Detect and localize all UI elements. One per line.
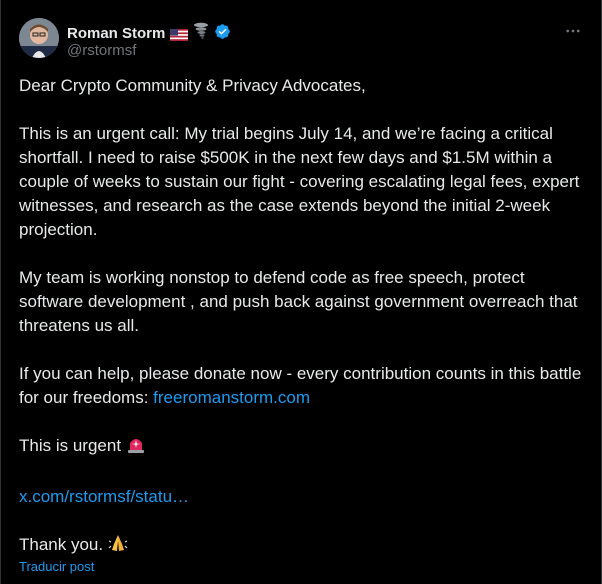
paragraph-greeting: Dear Crypto Community & Privacy Advocate…: [19, 76, 366, 95]
avatar[interactable]: [19, 18, 59, 58]
more-horizontal-icon: [564, 22, 582, 45]
paragraph-this-is-urgent: This is urgent: [19, 434, 585, 461]
paragraph-team: My team is working nonstop to defend cod…: [19, 268, 578, 335]
folded-hands-icon: [108, 533, 128, 560]
status-link[interactable]: x.com/rstormsf/statu…: [19, 487, 189, 506]
user-handle[interactable]: @rstormsf: [67, 42, 136, 60]
donation-link[interactable]: freeromanstorm.com: [153, 388, 310, 407]
urgent-text: This is urgent: [19, 436, 122, 455]
post-container: Roman Storm @rstormsf Dear Crypto Commun…: [0, 0, 602, 584]
post-text: Dear Crypto Community & Privacy Advocate…: [19, 74, 585, 584]
siren-icon: [126, 434, 146, 461]
tornado-icon: [193, 22, 209, 45]
display-name[interactable]: Roman Storm: [67, 25, 165, 43]
us-flag-icon: [170, 28, 189, 41]
translate-post-link[interactable]: Traducir post: [19, 559, 94, 575]
post-header: Roman Storm @rstormsf: [19, 14, 589, 64]
paragraph-thanks: Thank you.: [19, 533, 585, 560]
paragraph-urgent-call: This is an urgent call: My trial begins …: [19, 124, 580, 239]
more-options-button[interactable]: [563, 23, 583, 43]
paragraph-donate: If you can help, please donate now - eve…: [19, 362, 585, 410]
thanks-text: Thank you.: [19, 535, 104, 554]
verified-badge-icon: [214, 23, 231, 45]
paragraph-status-link: x.com/rstormsf/statu…: [19, 485, 585, 509]
